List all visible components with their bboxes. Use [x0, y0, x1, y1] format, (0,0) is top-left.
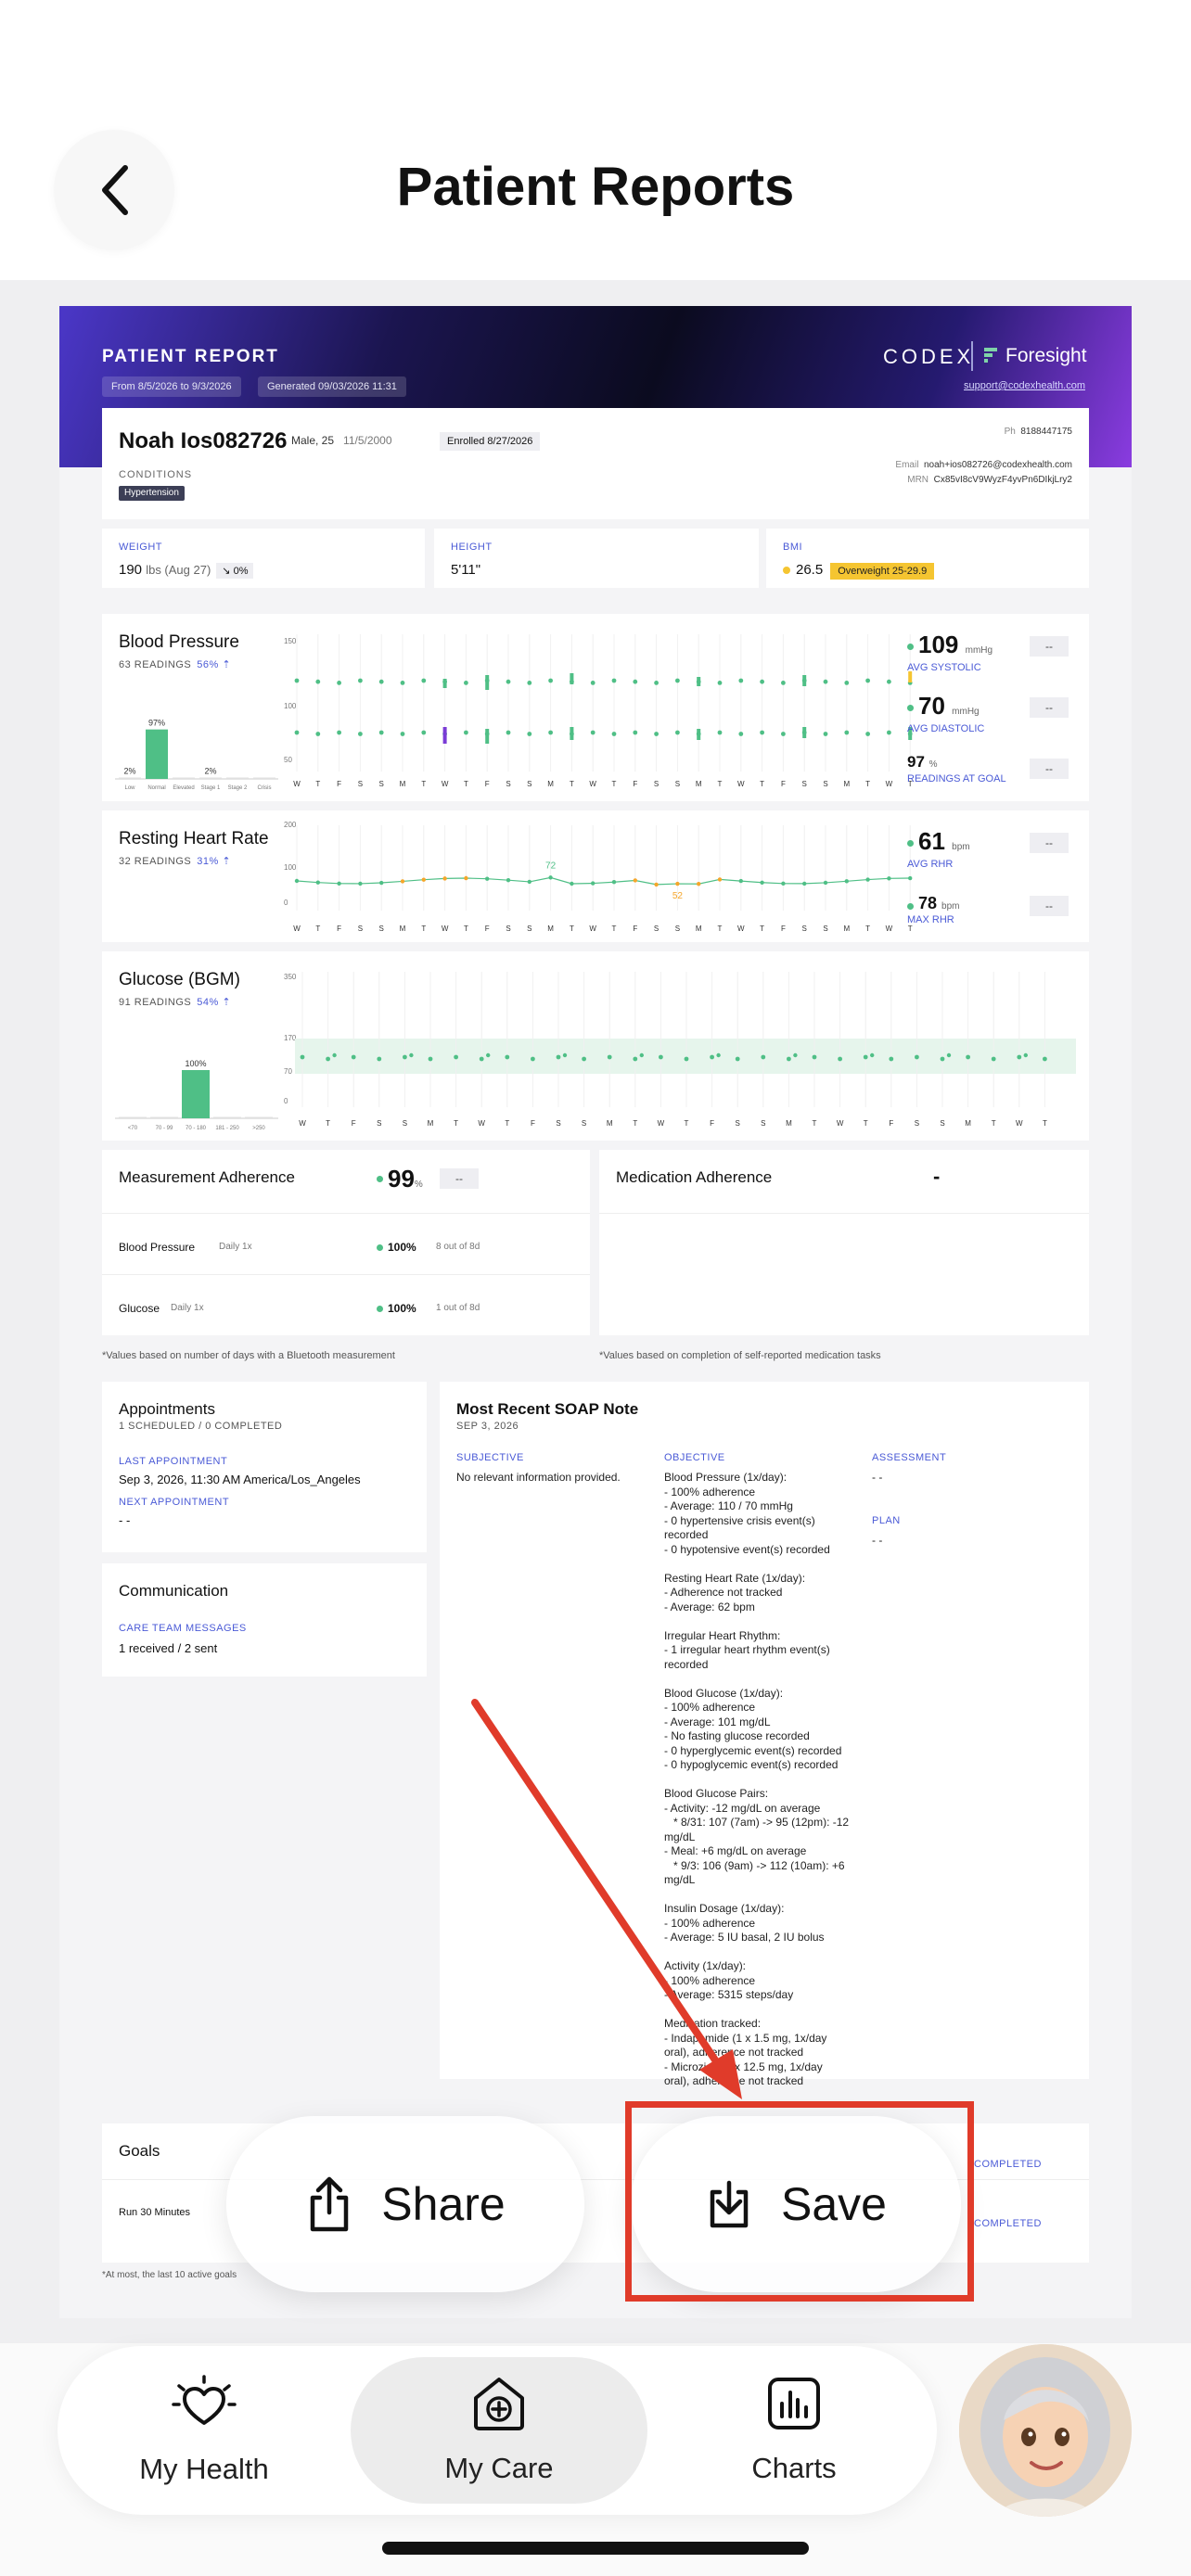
save-highlight-box	[625, 2101, 974, 2302]
tab-label: My Care	[444, 2452, 554, 2484]
share-button[interactable]: Share	[226, 2116, 584, 2292]
tab-my-health[interactable]: My Health	[95, 2346, 314, 2515]
tab-charts[interactable]: Charts	[685, 2346, 903, 2515]
bar-chart-icon	[766, 2376, 822, 2439]
tab-label: My Health	[139, 2453, 269, 2485]
annotation-arrow	[471, 1699, 742, 2099]
share-label: Share	[381, 2178, 506, 2230]
heart-sparkle-icon	[172, 2375, 237, 2440]
assistant-avatar[interactable]	[959, 2344, 1132, 2517]
share-icon	[305, 2175, 353, 2233]
tab-bar: My Health My Care Charts	[58, 2346, 937, 2515]
home-indicator	[382, 2542, 809, 2555]
tab-my-care[interactable]: My Care	[351, 2357, 647, 2504]
avatar-portrait-icon	[959, 2344, 1132, 2517]
house-medical-icon	[470, 2376, 528, 2439]
tab-label: Charts	[751, 2452, 837, 2484]
